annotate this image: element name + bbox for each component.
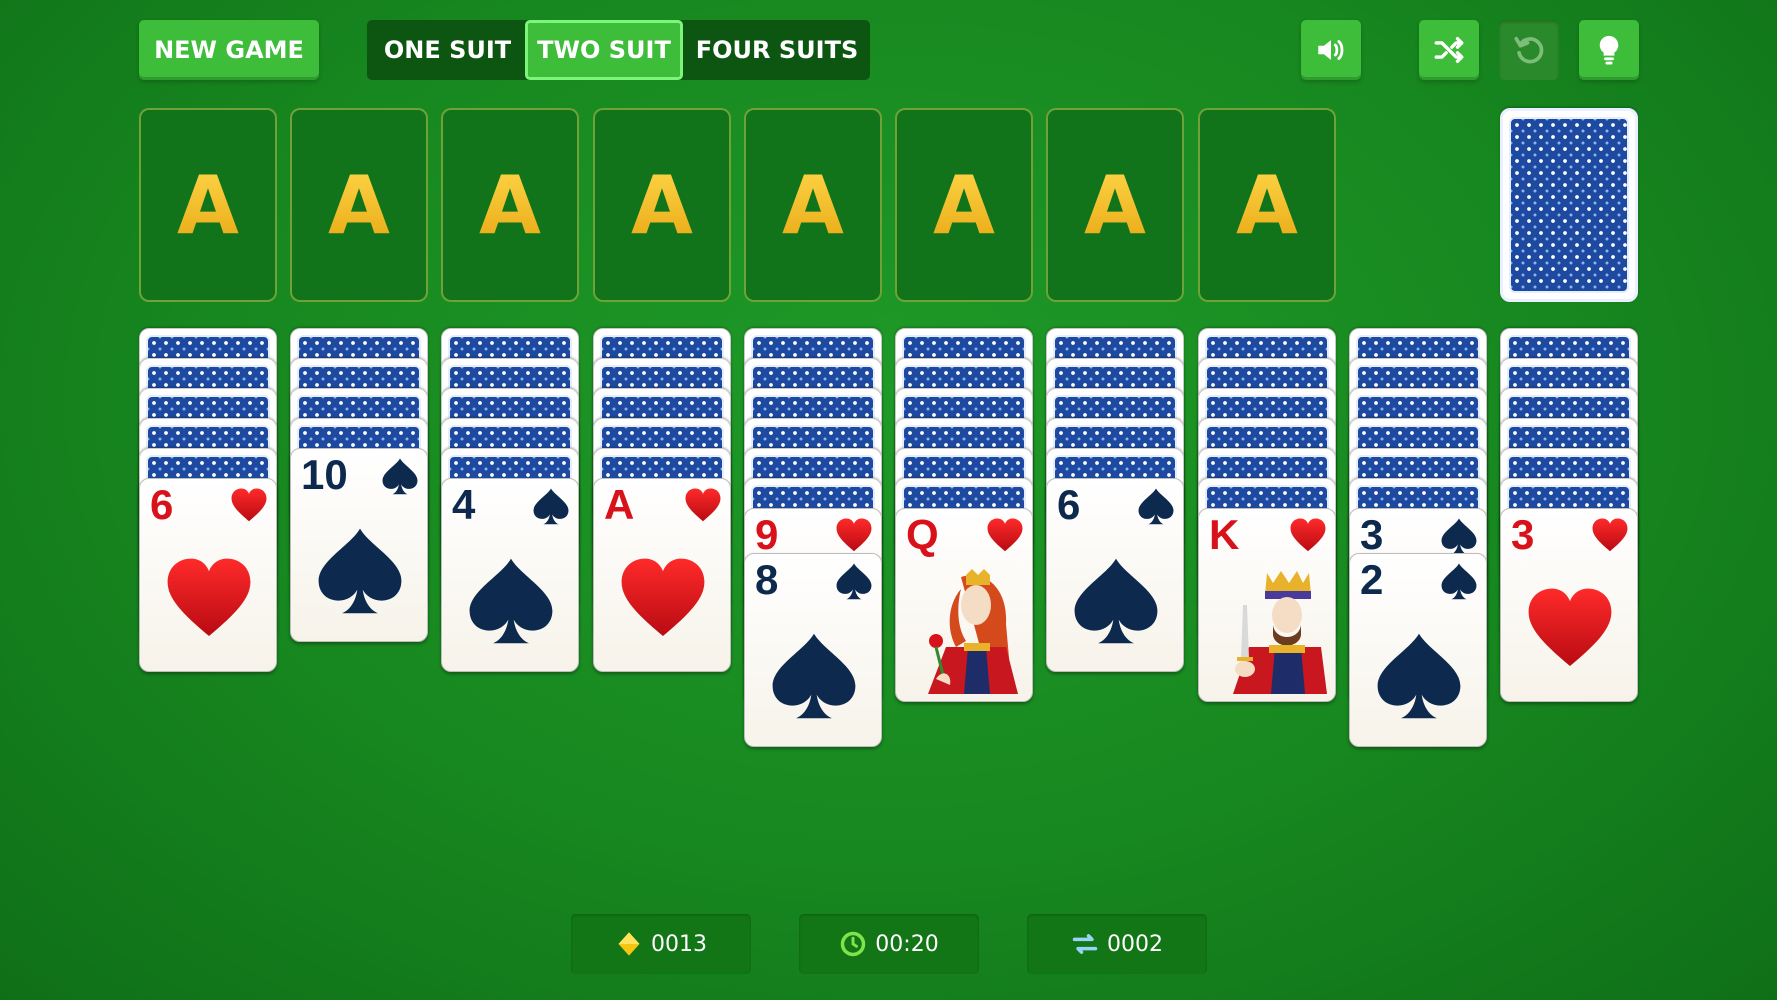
card-rank: A <box>604 481 635 528</box>
moves-arrows-icon <box>1072 934 1098 954</box>
foundation-ace-label: A <box>177 158 239 252</box>
one-suit-option[interactable]: ONE SUIT <box>375 20 520 80</box>
foundation-slot-4[interactable]: A <box>593 108 731 302</box>
heart-icon <box>1591 517 1629 555</box>
card-rank: 8 <box>755 556 779 603</box>
undo-button[interactable] <box>1499 20 1559 80</box>
foundation-slot-7[interactable]: A <box>1046 108 1184 302</box>
spade-icon <box>1440 562 1478 600</box>
moves-value: 0002 <box>1107 931 1163 957</box>
two-suit-option[interactable]: TWO SUIT <box>525 20 683 80</box>
heart-icon <box>164 555 254 655</box>
spade-icon <box>835 562 873 600</box>
card-rank: 10 <box>301 451 348 498</box>
king-figure-icon <box>1209 569 1329 694</box>
heart-icon <box>1289 517 1327 555</box>
moves-display: 0002 <box>1027 914 1207 974</box>
playing-card-6-of-spades[interactable]: 6 <box>1046 478 1184 672</box>
hint-button[interactable] <box>1579 20 1639 80</box>
playing-card-a-of-hearts[interactable]: A <box>593 478 731 672</box>
heart-icon <box>618 555 708 655</box>
spade-icon <box>466 555 556 655</box>
sound-button[interactable] <box>1301 20 1361 80</box>
suit-selector: ONE SUIT TWO SUIT FOUR SUITS <box>367 20 870 80</box>
clock-icon <box>841 931 866 957</box>
four-suits-option[interactable]: FOUR SUITS <box>689 20 865 80</box>
playing-card-3-of-hearts[interactable]: 3 <box>1500 508 1638 702</box>
queen-figure-icon <box>906 569 1026 694</box>
foundation-ace-label: A <box>933 158 995 252</box>
foundation-ace-label: A <box>1084 158 1146 252</box>
card-rank: 6 <box>150 481 174 528</box>
spade-icon <box>1137 487 1175 525</box>
score-value: 0013 <box>651 931 707 957</box>
heart-icon <box>986 517 1024 555</box>
card-rank: K <box>1209 511 1240 558</box>
card-back-pattern <box>1509 117 1629 293</box>
card-rank: 4 <box>452 481 476 528</box>
shuffle-button[interactable] <box>1419 20 1479 80</box>
playing-card-8-of-spades[interactable]: 8 <box>744 553 882 747</box>
volume-icon <box>1318 40 1344 60</box>
card-rank: 3 <box>1360 511 1384 558</box>
foundation-slot-1[interactable]: A <box>139 108 277 302</box>
card-rank: 3 <box>1511 511 1535 558</box>
spade-icon <box>1071 555 1161 655</box>
heart-icon <box>1525 585 1615 685</box>
spade-icon <box>1374 630 1464 730</box>
score-display: 0013 <box>571 914 751 974</box>
foundation-slot-2[interactable]: A <box>290 108 428 302</box>
playing-card-q-of-hearts[interactable]: Q <box>895 508 1033 702</box>
card-rank: 9 <box>755 511 779 558</box>
foundation-slot-5[interactable]: A <box>744 108 882 302</box>
card-rank: Q <box>906 511 939 558</box>
shuffle-icon <box>1434 36 1464 64</box>
card-rank: 6 <box>1057 481 1081 528</box>
heart-icon <box>230 487 268 525</box>
new-game-button[interactable]: NEW GAME <box>139 20 319 80</box>
heart-icon <box>835 517 873 555</box>
heart-icon <box>684 487 722 525</box>
playing-card-4-of-spades[interactable]: 4 <box>441 478 579 672</box>
undo-icon <box>1514 36 1544 64</box>
foundation-slot-8[interactable]: A <box>1198 108 1336 302</box>
hint-lightbulb-icon <box>1599 35 1619 65</box>
spade-icon <box>381 457 419 495</box>
spade-icon <box>532 487 570 525</box>
foundation-ace-label: A <box>631 158 693 252</box>
spade-icon <box>769 630 859 730</box>
playing-card-k-of-hearts[interactable]: K <box>1198 508 1336 702</box>
spade-icon <box>315 525 405 625</box>
foundation-slot-3[interactable]: A <box>441 108 579 302</box>
foundation-ace-label: A <box>328 158 390 252</box>
playing-card-10-of-spades[interactable]: 10 <box>290 448 428 642</box>
spade-icon <box>1440 517 1478 555</box>
playing-card-2-of-spades[interactable]: 2 <box>1349 553 1487 747</box>
diamond-icon <box>618 932 640 956</box>
foundation-slot-6[interactable]: A <box>895 108 1033 302</box>
stock-pile[interactable] <box>1500 108 1638 302</box>
foundation-ace-label: A <box>782 158 844 252</box>
foundation-ace-label: A <box>1236 158 1298 252</box>
playing-card-6-of-hearts[interactable]: 6 <box>139 478 277 672</box>
timer-value: 00:20 <box>875 931 939 957</box>
timer-display: 00:20 <box>799 914 979 974</box>
card-rank: 2 <box>1360 556 1384 603</box>
foundation-ace-label: A <box>479 158 541 252</box>
